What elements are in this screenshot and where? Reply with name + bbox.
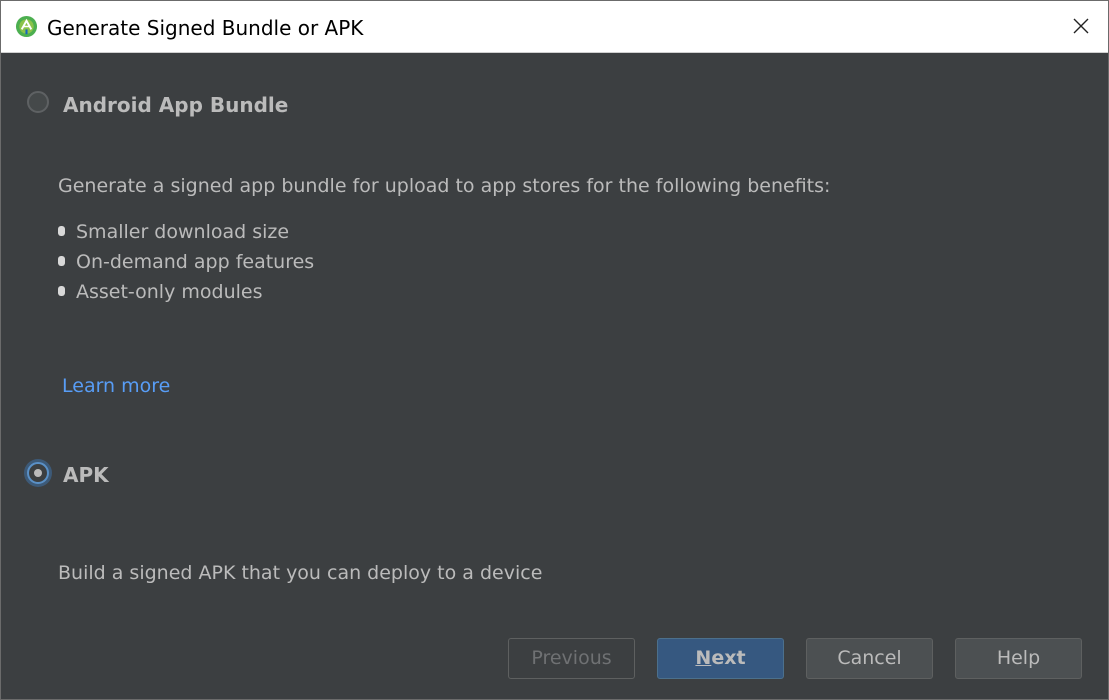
close-icon[interactable] xyxy=(1072,17,1090,35)
apk-radio[interactable] xyxy=(27,462,49,484)
bullet-icon xyxy=(58,286,65,296)
learn-more-link[interactable]: Learn more xyxy=(62,374,170,398)
radio-selected-dot xyxy=(34,469,42,477)
bundle-option-label[interactable]: Android App Bundle xyxy=(63,93,288,117)
benefit-text: On-demand app features xyxy=(76,251,315,273)
title-bar: Generate Signed Bundle or APK xyxy=(1,1,1108,53)
apk-option-label[interactable]: APK xyxy=(63,463,109,487)
benefit-text: Smaller download size xyxy=(76,221,290,243)
previous-button[interactable]: Previous xyxy=(508,638,635,679)
bullet-icon xyxy=(58,256,65,266)
android-studio-icon xyxy=(15,15,38,38)
next-button[interactable]: Next xyxy=(657,638,784,679)
bullet-icon xyxy=(58,226,65,236)
bundle-radio[interactable] xyxy=(27,91,49,113)
bundle-description: Generate a signed app bundle for upload … xyxy=(58,175,831,197)
next-button-mnemonic: N xyxy=(695,647,712,669)
generate-signed-bundle-dialog: Generate Signed Bundle or APK Android Ap… xyxy=(0,0,1109,700)
next-button-label: ext xyxy=(711,647,746,669)
window-title: Generate Signed Bundle or APK xyxy=(47,16,364,40)
cancel-button[interactable]: Cancel xyxy=(806,638,933,679)
help-button[interactable]: Help xyxy=(955,638,1082,679)
apk-description: Build a signed APK that you can deploy t… xyxy=(58,562,543,584)
benefit-text: Asset-only modules xyxy=(76,281,263,303)
